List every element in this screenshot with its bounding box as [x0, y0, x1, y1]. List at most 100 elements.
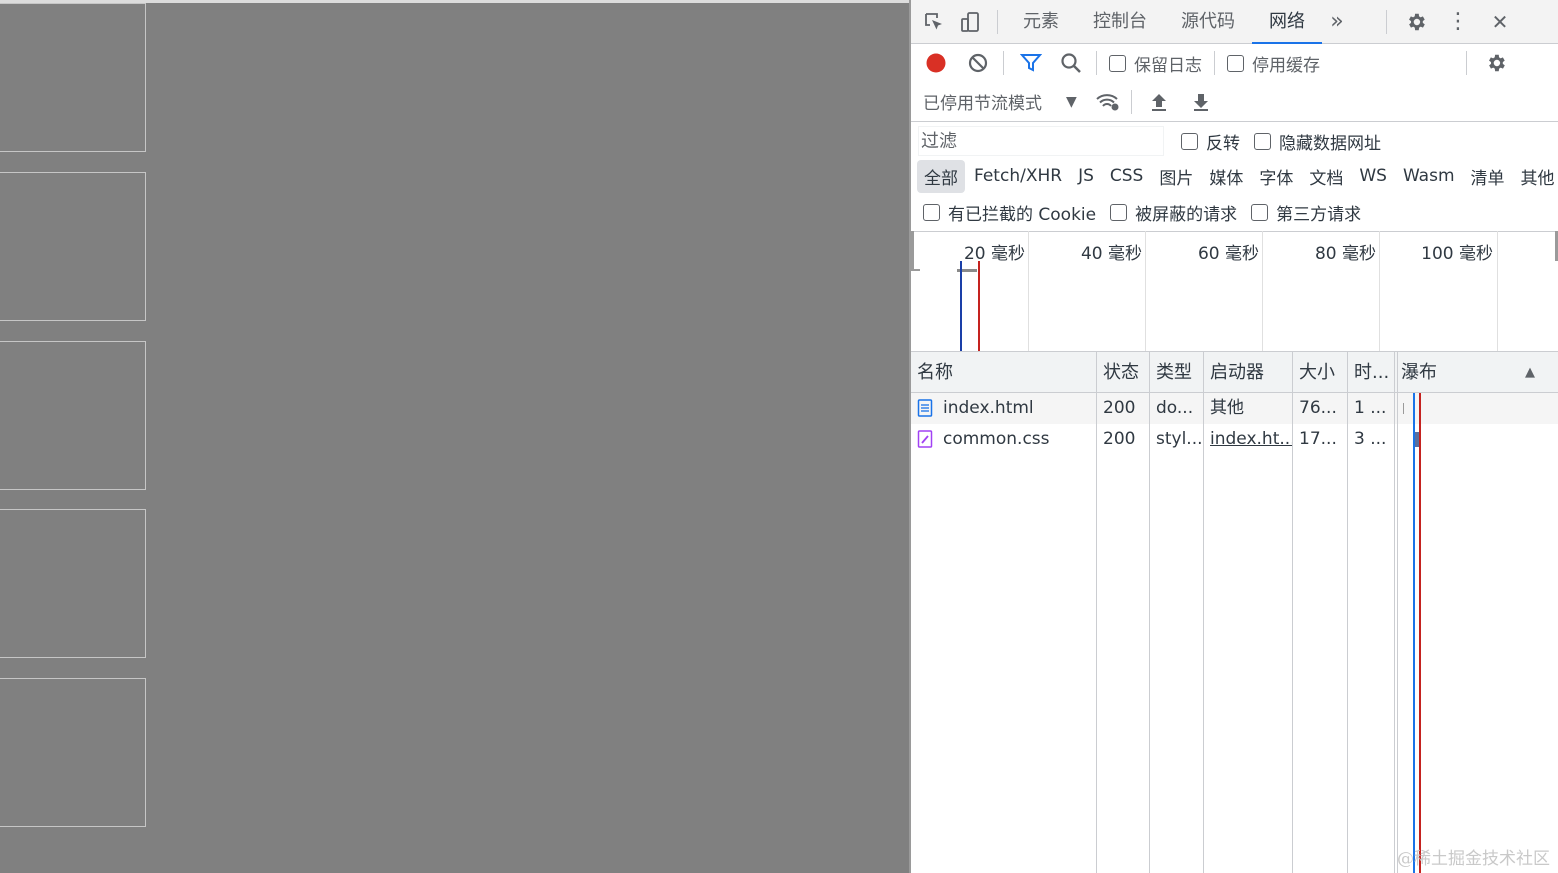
- overview-tick-label: 80 毫秒: [1314, 244, 1376, 264]
- import-har-icon[interactable]: [1146, 89, 1172, 115]
- page-box: [0, 509, 146, 658]
- column-header-initiator[interactable]: 启动器: [1204, 352, 1292, 393]
- column-header-name[interactable]: 名称: [911, 352, 1096, 393]
- column-header-waterfall[interactable]: 瀑布: [1395, 352, 1525, 393]
- preserve-log-checkbox[interactable]: 保留日志: [1109, 51, 1202, 76]
- inspect-element-icon[interactable]: [921, 9, 947, 35]
- checkbox-box[interactable]: [1251, 204, 1269, 221]
- overview-gridline: [1262, 231, 1263, 351]
- blocked-cookies-label: 有已拦截的 Cookie: [948, 205, 1097, 225]
- blocked-cookies-checkbox[interactable]: 有已拦截的 Cookie: [923, 200, 1096, 225]
- filter-icon[interactable]: [1018, 50, 1044, 76]
- column-divider[interactable]: [1292, 352, 1293, 873]
- overview-gridline: [1028, 231, 1029, 351]
- type-filter-wasm[interactable]: Wasm: [1396, 162, 1462, 190]
- hide-data-urls-label: 隐藏数据网址: [1279, 133, 1381, 154]
- overview-gridline: [1497, 231, 1498, 351]
- divider: [1386, 9, 1387, 34]
- blocked-requests-checkbox[interactable]: 被屏蔽的请求: [1110, 200, 1237, 225]
- initiator-link[interactable]: index.ht...: [1204, 424, 1292, 455]
- column-divider[interactable]: [1394, 352, 1395, 873]
- network-settings-gear-icon[interactable]: [1483, 50, 1509, 76]
- type-filter-css[interactable]: CSS: [1103, 162, 1150, 190]
- sort-ascending-icon[interactable]: ▲: [1519, 352, 1543, 393]
- document-file-icon: [917, 399, 933, 417]
- checkbox-box[interactable]: [1110, 204, 1128, 221]
- column-header-status[interactable]: 状态: [1097, 352, 1149, 393]
- disable-cache-checkbox[interactable]: 停用缓存: [1227, 51, 1320, 76]
- invert-checkbox[interactable]: 反转: [1181, 129, 1240, 154]
- type-filter-img[interactable]: 图片: [1152, 160, 1200, 193]
- overview-tick-label: 40 毫秒: [1080, 244, 1142, 264]
- overview-request-bar: [911, 269, 920, 271]
- overview-tick-label: 20 毫秒: [963, 244, 1025, 264]
- tab-sources[interactable]: 源代码: [1164, 0, 1252, 44]
- device-toolbar-icon[interactable]: [957, 9, 983, 35]
- type-filter-all[interactable]: 全部: [917, 159, 965, 193]
- type-filter-manifest[interactable]: 清单: [1464, 160, 1512, 193]
- request-name: common.css: [943, 429, 1050, 449]
- status-cell: 200: [1103, 429, 1136, 449]
- column-header-time[interactable]: 时...: [1348, 352, 1394, 393]
- column-divider[interactable]: [1096, 352, 1097, 873]
- divider: [1096, 51, 1097, 75]
- initiator-cell: 其他: [1210, 398, 1244, 418]
- overview-left-handle[interactable]: [911, 231, 914, 271]
- divider: [1214, 51, 1215, 75]
- divider: [1130, 89, 1132, 114]
- request-name-cell[interactable]: common.css: [911, 424, 1096, 455]
- table-header: 名称 状态 类型 启动器 大小 时... 瀑布 ▲: [911, 352, 1558, 393]
- watermark: @稀土掘金技术社区: [1397, 849, 1550, 869]
- network-overview[interactable]: 20 毫秒 40 毫秒 60 毫秒 80 毫秒 100 毫秒: [911, 231, 1558, 352]
- type-filter-fetch-xhr[interactable]: Fetch/XHR: [967, 162, 1069, 190]
- checkbox-box[interactable]: [1109, 54, 1126, 72]
- type-filter-media[interactable]: 媒体: [1202, 160, 1250, 193]
- close-icon[interactable]: ✕: [1487, 9, 1513, 35]
- checkbox-box[interactable]: [923, 204, 940, 221]
- export-har-icon[interactable]: [1188, 89, 1214, 115]
- tab-network[interactable]: 网络: [1252, 0, 1322, 44]
- size-cell: 17...: [1299, 429, 1337, 449]
- type-filter-ws[interactable]: WS: [1352, 162, 1394, 190]
- column-divider: [1397, 352, 1398, 873]
- column-header-size[interactable]: 大小: [1293, 352, 1347, 393]
- tab-elements[interactable]: 元素: [1006, 0, 1076, 44]
- clear-icon[interactable]: [965, 50, 991, 76]
- checkbox-box[interactable]: [1227, 54, 1244, 72]
- requests-table: 名称 状态 类型 启动器 大小 时... 瀑布 ▲ index.html 200…: [911, 352, 1558, 873]
- overview-gridline: [1379, 231, 1380, 351]
- column-divider[interactable]: [1203, 352, 1204, 873]
- network-conditions-icon[interactable]: [1095, 89, 1121, 115]
- table-row[interactable]: common.css 200 styl... index.ht... 17...…: [911, 424, 1558, 455]
- checkbox-box[interactable]: [1254, 132, 1271, 150]
- checkbox-box[interactable]: [1181, 132, 1198, 150]
- search-icon[interactable]: [1058, 50, 1084, 76]
- third-party-checkbox[interactable]: 第三方请求: [1251, 200, 1361, 225]
- throttling-select[interactable]: 已停用节流模式 ▼: [923, 89, 1077, 115]
- type-filter-doc[interactable]: 文档: [1302, 160, 1350, 193]
- record-icon[interactable]: [923, 50, 949, 76]
- type-filter-js[interactable]: JS: [1071, 162, 1101, 190]
- network-toolbar: 保留日志 停用缓存: [911, 44, 1558, 82]
- hide-data-urls-checkbox[interactable]: 隐藏数据网址: [1254, 129, 1381, 154]
- type-filter-other[interactable]: 其他: [1514, 160, 1558, 193]
- kebab-menu-icon[interactable]: ⋮: [1445, 9, 1471, 35]
- load-event-line: [1419, 393, 1421, 873]
- request-name: index.html: [943, 398, 1034, 418]
- type-filter-font[interactable]: 字体: [1252, 160, 1300, 193]
- preserve-log-label: 保留日志: [1134, 55, 1202, 76]
- page-box: [0, 341, 146, 490]
- settings-gear-icon[interactable]: [1403, 9, 1429, 35]
- more-tabs-icon[interactable]: »: [1324, 9, 1350, 35]
- table-row[interactable]: index.html 200 do... 其他 76... 1 ...: [911, 393, 1558, 424]
- column-divider[interactable]: [1149, 352, 1150, 873]
- time-cell: 3 ...: [1354, 429, 1387, 449]
- request-name-cell[interactable]: index.html: [911, 393, 1096, 424]
- column-divider[interactable]: [1347, 352, 1348, 873]
- divider: [1466, 51, 1467, 75]
- tab-console[interactable]: 控制台: [1076, 0, 1164, 44]
- column-header-type[interactable]: 类型: [1150, 352, 1203, 393]
- devtools-tabbar: 元素 控制台 源代码 网络 » ⋮ ✕: [911, 0, 1558, 44]
- time-cell: 1 ...: [1354, 398, 1387, 418]
- filter-input[interactable]: [918, 126, 1164, 156]
